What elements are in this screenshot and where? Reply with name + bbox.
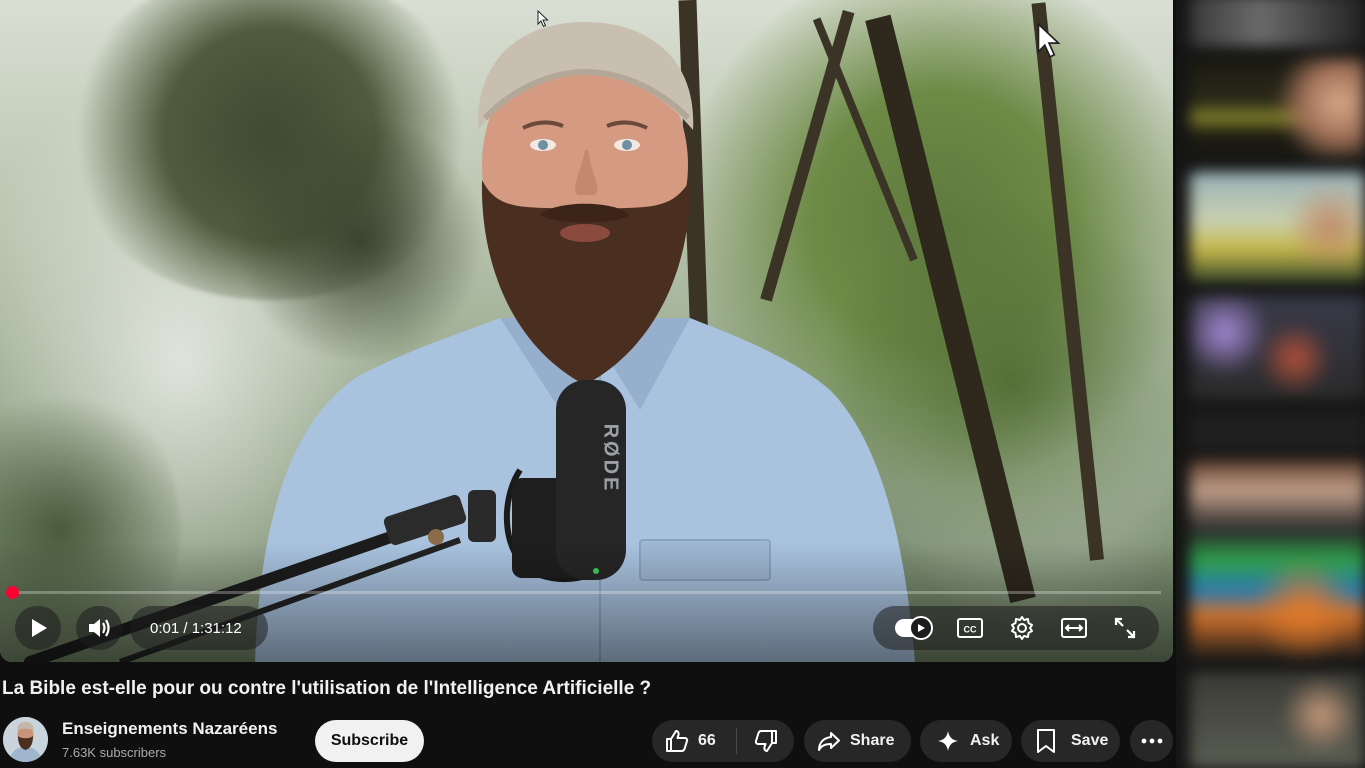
recommended-video-thumbnail[interactable] xyxy=(1190,172,1365,282)
subscriber-count: 7.63K subscribers xyxy=(62,745,167,760)
like-count: 66 xyxy=(698,732,716,749)
channel-avatar[interactable] xyxy=(3,717,48,762)
recommended-video-thumbnail[interactable] xyxy=(1190,0,1365,47)
theater-mode-button[interactable] xyxy=(1060,616,1088,640)
recommended-video-thumbnail[interactable] xyxy=(1190,296,1365,400)
time-display: 0:01 / 1:31:12 xyxy=(130,606,268,650)
svg-text:CC: CC xyxy=(964,625,977,635)
volume-button[interactable] xyxy=(76,606,122,650)
share-label: Share xyxy=(850,732,895,749)
recommendations-sidebar xyxy=(1176,0,1365,768)
fullscreen-icon xyxy=(1113,616,1137,640)
share-button[interactable]: Share xyxy=(804,720,911,762)
mic-brand-label: RØDE xyxy=(599,423,622,494)
recommended-video-thumbnail[interactable] xyxy=(1190,412,1365,452)
theater-mode-icon xyxy=(1060,616,1088,640)
right-controls: CC xyxy=(873,606,1159,650)
video-title: La Bible est-elle pour ou contre l'utili… xyxy=(2,678,652,699)
settings-button[interactable] xyxy=(1009,615,1035,641)
mouse-cursor xyxy=(537,10,549,28)
recommended-video-thumbnail[interactable] xyxy=(1190,460,1365,660)
play-icon xyxy=(26,616,50,640)
more-horizontal-icon xyxy=(1141,738,1163,744)
like-dislike-group: 66 xyxy=(652,720,794,762)
thumbs-up-icon xyxy=(664,728,690,754)
fullscreen-button[interactable] xyxy=(1113,616,1137,640)
like-button[interactable]: 66 xyxy=(652,720,736,762)
save-label: Save xyxy=(1071,732,1109,749)
video-frame[interactable]: RØDE xyxy=(0,0,1173,662)
captions-button[interactable]: CC xyxy=(956,616,984,640)
dislike-button[interactable] xyxy=(737,720,794,762)
mouse-cursor xyxy=(1037,22,1061,58)
ask-label: Ask xyxy=(970,732,1000,749)
autoplay-toggle-icon xyxy=(895,616,934,640)
more-actions-button[interactable] xyxy=(1130,720,1173,762)
video-player[interactable]: RØDE 0:01 / 1:31:12 CC xyxy=(0,0,1173,662)
gear-icon xyxy=(1009,615,1035,641)
time-text: 0:01 / 1:31:12 xyxy=(150,619,242,637)
sparkle-icon xyxy=(936,729,960,753)
subscribe-button[interactable]: Subscribe xyxy=(315,720,424,762)
progress-bar[interactable] xyxy=(6,586,1161,599)
bookmark-icon xyxy=(1035,728,1057,754)
recommended-video-thumbnail[interactable] xyxy=(1190,58,1365,158)
thumbs-down-icon xyxy=(753,728,779,754)
volume-icon xyxy=(85,614,113,642)
save-button[interactable]: Save xyxy=(1021,720,1120,762)
ask-button[interactable]: Ask xyxy=(920,720,1012,762)
autoplay-toggle[interactable] xyxy=(895,616,934,640)
play-button[interactable] xyxy=(15,606,61,650)
channel-name[interactable]: Enseignements Nazaréens xyxy=(62,719,277,739)
share-arrow-icon xyxy=(816,728,842,754)
recommended-video-thumbnail[interactable] xyxy=(1190,672,1365,768)
cc-icon: CC xyxy=(956,616,984,640)
